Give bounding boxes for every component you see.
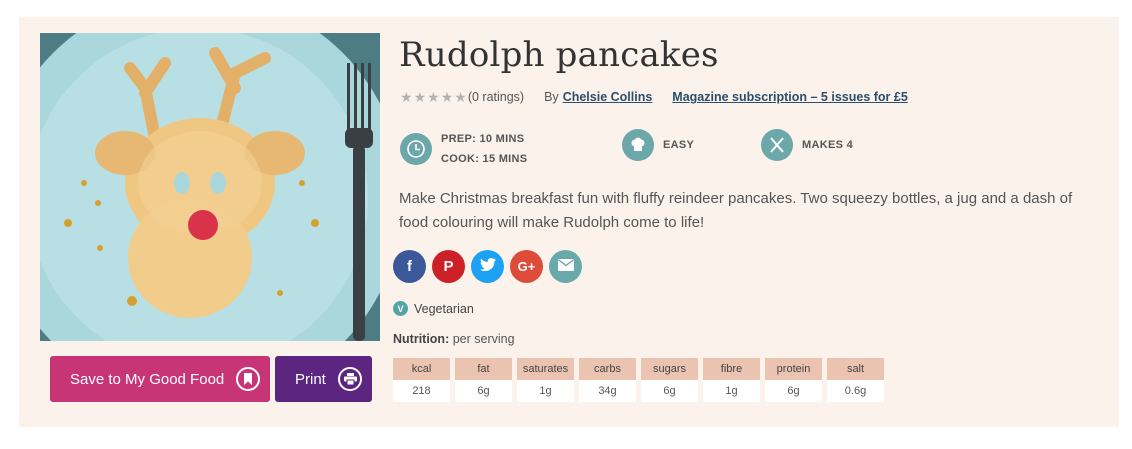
email-share-button[interactable]	[549, 250, 582, 283]
servings-label: MAKES 4	[802, 139, 853, 151]
save-to-my-good-food-button[interactable]: Save to My Good Food	[50, 356, 270, 402]
nutrition-item: saturates 1g	[517, 358, 574, 402]
cook-time: COOK: 15 MINS	[441, 149, 527, 169]
googleplus-icon: G+	[517, 259, 536, 274]
star-icon: ★	[400, 88, 413, 105]
nutrition-item-value: 34g	[579, 380, 636, 402]
difficulty-label: EASY	[663, 139, 695, 151]
nutrition-item-value: 6g	[455, 380, 512, 402]
star-icon: ★	[413, 88, 427, 105]
nutrition-table: kcal 218 fat 6g saturates 1g carbs 34g sugar…	[393, 358, 884, 402]
recipe-title: Rudolph pancakes	[399, 35, 719, 75]
nutrition-item: fibre 1g	[703, 358, 760, 402]
bookmark-icon	[236, 367, 260, 391]
nutrition-label: Nutrition:	[393, 332, 450, 346]
star-icon: ★	[427, 88, 440, 105]
nutrition-item-value: 6g	[765, 380, 822, 402]
nutrition-item-value: 1g	[703, 380, 760, 402]
recipe-photo	[40, 33, 380, 341]
print-button[interactable]: Print	[275, 356, 372, 402]
save-button-label: Save to My Good Food	[70, 370, 225, 388]
facebook-icon: f	[407, 258, 412, 275]
nutrition-suffix: per serving	[452, 332, 515, 346]
nutrition-heading: Nutrition: per serving	[393, 332, 515, 346]
print-button-label: Print	[295, 370, 326, 388]
pinterest-share-button[interactable]: P	[432, 250, 465, 283]
nutrition-item-value: 1g	[517, 380, 574, 402]
nutrition-item: fat 6g	[455, 358, 512, 402]
recipe-meta: ★ ★ ★ ★ ★ (0 ratings) By Chelsie Collins…	[400, 88, 908, 106]
facebook-share-button[interactable]: f	[393, 250, 426, 283]
prep-label: PREP:	[441, 133, 477, 145]
nutrition-item-label: salt	[827, 358, 884, 380]
share-buttons: f P G+	[393, 250, 582, 283]
star-rating[interactable]: ★ ★ ★ ★ ★	[400, 89, 467, 106]
nutrition-item-value: 6g	[641, 380, 698, 402]
twitter-share-button[interactable]	[471, 250, 504, 283]
recipe-facts: PREP: 10 MINS COOK: 15 MINS EASY MAKES 4	[400, 129, 1100, 165]
star-icon: ★	[454, 88, 467, 105]
cook-value: 15 MINS	[482, 153, 528, 165]
twitter-icon	[479, 257, 496, 275]
printer-icon	[338, 367, 362, 391]
nutrition-item-label: fat	[455, 358, 512, 380]
vegetarian-icon: V	[393, 301, 408, 316]
envelope-icon	[557, 258, 574, 275]
nutrition-item: protein 6g	[765, 358, 822, 402]
nutrition-item-label: saturates	[517, 358, 574, 380]
nutrition-item-label: kcal	[393, 358, 450, 380]
diet-badge: V Vegetarian	[393, 301, 474, 316]
cook-label: COOK:	[441, 153, 480, 165]
author-link[interactable]: Chelsie Collins	[563, 90, 653, 104]
nutrition-item-label: sugars	[641, 358, 698, 380]
recipe-description: Make Christmas breakfast fun with fluffy…	[399, 190, 1073, 231]
ratings-count: (0 ratings)	[467, 90, 525, 104]
by-label: By	[544, 90, 559, 104]
nutrition-item-label: protein	[765, 358, 822, 380]
nutrition-item-label: carbs	[579, 358, 636, 380]
nutrition-item-value: 218	[393, 380, 450, 402]
fork-knife-icon	[761, 129, 793, 161]
recipe-card: Save to My Good Food Print Rudolph panca…	[19, 17, 1119, 427]
prep-value: 10 MINS	[479, 133, 525, 145]
nutrition-item: kcal 218	[393, 358, 450, 402]
pinterest-icon: P	[443, 258, 454, 275]
diet-label: Vegetarian	[414, 301, 474, 316]
prep-time: PREP: 10 MINS	[441, 129, 527, 149]
nutrition-item: sugars 6g	[641, 358, 698, 402]
googleplus-share-button[interactable]: G+	[510, 250, 543, 283]
nutrition-item: salt 0.6g	[827, 358, 884, 402]
clock-icon	[400, 133, 432, 165]
nutrition-item-value: 0.6g	[827, 380, 884, 402]
nutrition-item: carbs 34g	[579, 358, 636, 402]
prep-cook-time: PREP: 10 MINS COOK: 15 MINS	[400, 129, 527, 169]
difficulty: EASY	[622, 129, 694, 161]
chef-hat-icon	[622, 129, 654, 161]
subscription-link[interactable]: Magazine subscription – 5 issues for £5	[672, 90, 908, 104]
servings: MAKES 4	[761, 129, 853, 161]
star-icon: ★	[440, 88, 454, 105]
nutrition-item-label: fibre	[703, 358, 760, 380]
